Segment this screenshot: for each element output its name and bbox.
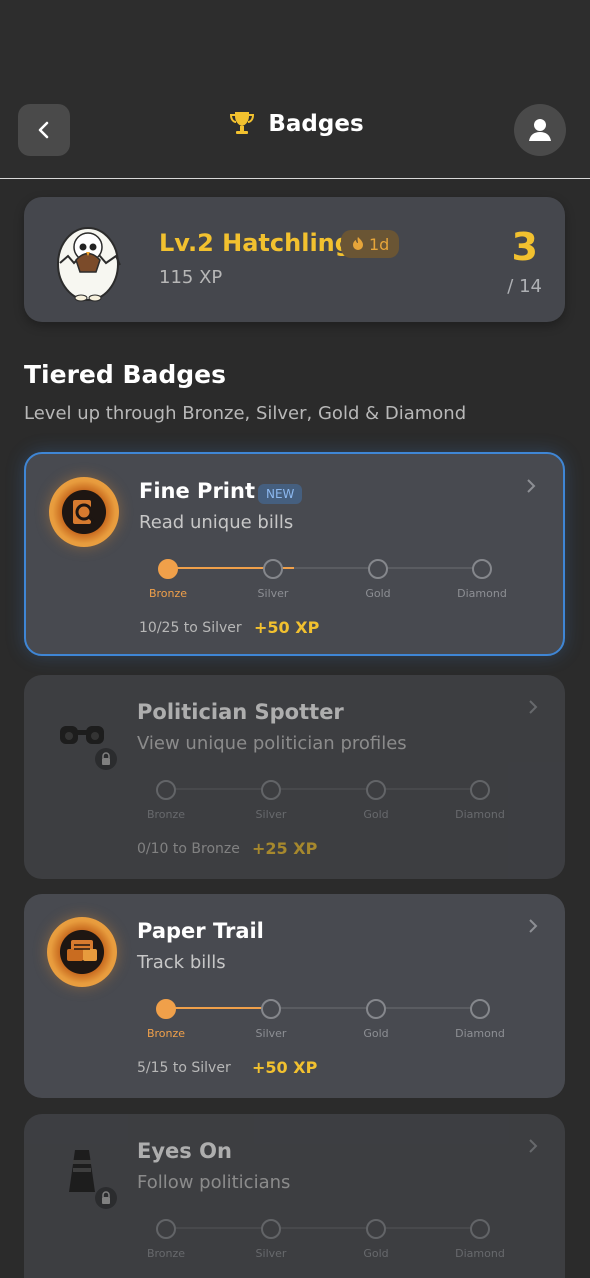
badge-name: Fine Print: [139, 479, 255, 503]
user-icon: [529, 119, 551, 141]
badge-name: Paper Trail: [137, 919, 264, 943]
tier-track: [166, 788, 480, 790]
tier-label-bronze: Bronze: [146, 1247, 186, 1260]
badge-card-paper-trail[interactable]: Paper Trail Track bills Bronze Silver Go…: [24, 894, 565, 1098]
header-title-wrap: Badges: [0, 108, 590, 140]
document-magnifier-icon: [73, 500, 97, 525]
tier-node-diamond: [470, 1219, 490, 1239]
tier-track: [166, 1227, 480, 1229]
badge-reward: +25 XP: [252, 839, 318, 858]
trophy-icon: [230, 112, 255, 134]
tier-label-gold: Gold: [365, 587, 391, 600]
tier-node-gold: [368, 559, 388, 579]
podium-icon: [69, 1150, 95, 1192]
section-title: Tiered Badges: [24, 360, 227, 389]
badge-card-politician-spotter[interactable]: Politician Spotter View unique politicia…: [24, 675, 565, 879]
badge-description: Track bills: [137, 952, 226, 973]
level-card: Lv.2 Hatchling 1d 115 XP 3 / 14: [24, 197, 565, 322]
tier-progress-fill: [166, 1007, 270, 1009]
badge-card-eyes-on[interactable]: Eyes On Follow politicians Bronze Silver…: [24, 1114, 565, 1278]
level-title: Lv.2 Hatchling: [159, 229, 352, 257]
badge-reward: +50 XP: [252, 1058, 318, 1077]
chevron-right-icon: [529, 919, 538, 933]
new-tag: NEW: [258, 484, 303, 504]
badge-total: / 14: [507, 276, 542, 297]
lock-icon: [95, 1187, 117, 1209]
binoculars-icon: [60, 726, 104, 744]
streak-value: 1d: [369, 234, 390, 254]
xp-value: 115 XP: [159, 267, 223, 288]
lock-icon: [95, 748, 117, 770]
tier-label-bronze: Bronze: [146, 808, 186, 821]
tier-node-bronze: [156, 999, 176, 1019]
document-stack-icon: [67, 940, 97, 961]
badge-reward: +50 XP: [254, 618, 320, 637]
tier-label-diamond: Diamond: [455, 1247, 505, 1260]
tier-label-silver: Silver: [257, 587, 289, 600]
badge-description: Read unique bills: [139, 512, 294, 533]
badge-description: View unique politician profiles: [137, 733, 407, 754]
hatchling-mascot-icon: [57, 227, 121, 302]
tier-track: [168, 567, 482, 569]
tier-label-gold: Gold: [363, 808, 389, 821]
tier-node-silver: [261, 1219, 281, 1239]
fine-print-badge-icon: [49, 477, 119, 547]
tier-node-silver: [263, 559, 283, 579]
top-bar: Badges: [0, 0, 590, 179]
chevron-right-icon: [529, 1139, 538, 1153]
tier-node-silver: [261, 780, 281, 800]
tier-node-silver: [261, 999, 281, 1019]
badge-card-fine-print[interactable]: Fine Print NEW Read unique bills Bronze …: [24, 452, 565, 656]
badge-progress: 5/15 to Silver: [137, 1060, 231, 1076]
badge-description: Follow politicians: [137, 1172, 291, 1193]
flame-icon: [353, 237, 363, 250]
tier-track: [166, 1007, 480, 1009]
tier-node-diamond: [470, 780, 490, 800]
badge-count: 3: [511, 225, 538, 269]
tier-node-bronze: [156, 1219, 176, 1239]
tier-node-diamond: [470, 999, 490, 1019]
tier-label-bronze: Bronze: [148, 587, 188, 600]
tier-label-silver: Silver: [255, 1247, 287, 1260]
tier-label-diamond: Diamond: [457, 587, 507, 600]
badge-name: Politician Spotter: [137, 700, 344, 724]
page-title: Badges: [268, 111, 364, 137]
tier-label-gold: Gold: [363, 1247, 389, 1260]
tier-node-bronze: [156, 780, 176, 800]
tier-node-gold: [366, 999, 386, 1019]
paper-trail-badge-icon: [47, 917, 117, 987]
tier-label-silver: Silver: [255, 1027, 287, 1040]
section-subtitle: Level up through Bronze, Silver, Gold & …: [24, 403, 467, 424]
tier-node-diamond: [472, 559, 492, 579]
tier-label-diamond: Diamond: [455, 808, 505, 821]
tier-label-diamond: Diamond: [455, 1027, 505, 1040]
chevron-right-icon: [527, 479, 536, 493]
profile-button[interactable]: [514, 104, 566, 156]
badge-name: Eyes On: [137, 1139, 232, 1163]
chevron-right-icon: [529, 700, 538, 714]
streak-badge: 1d: [341, 230, 400, 258]
tier-node-gold: [366, 1219, 386, 1239]
tier-label-bronze: Bronze: [146, 1027, 186, 1040]
badge-progress: 10/25 to Silver: [139, 620, 242, 636]
tier-node-bronze: [158, 559, 178, 579]
tier-node-gold: [366, 780, 386, 800]
tier-label-gold: Gold: [363, 1027, 389, 1040]
badge-progress: 0/10 to Bronze: [137, 841, 240, 857]
tier-label-silver: Silver: [255, 808, 287, 821]
